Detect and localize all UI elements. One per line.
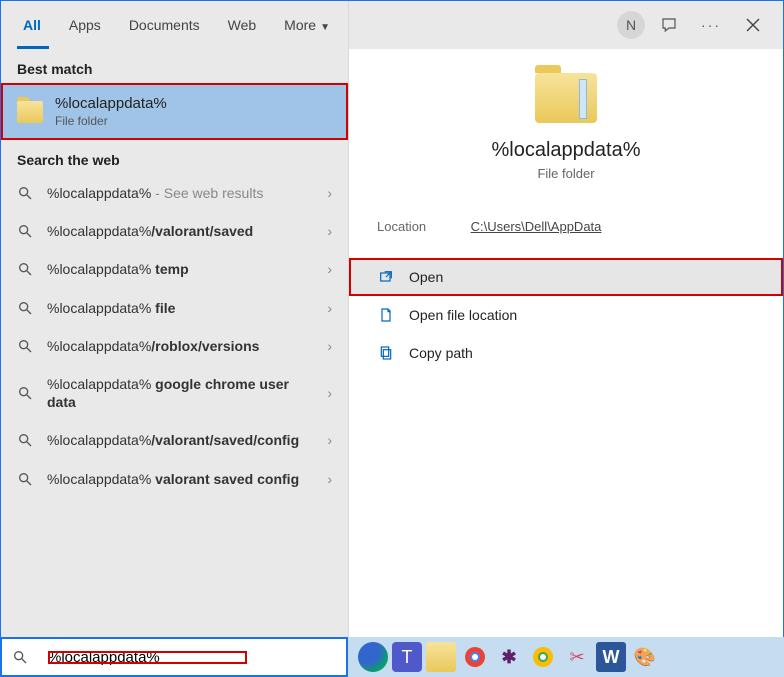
active-tab-indicator: [17, 46, 49, 49]
search-icon: [17, 223, 33, 239]
best-match-title: %localappdata%: [55, 95, 167, 112]
taskbar-paint-icon[interactable]: 🎨: [630, 642, 660, 672]
folder-large-icon: [535, 73, 597, 123]
feedback-icon[interactable]: [651, 7, 687, 43]
action-open-location[interactable]: Open file location: [349, 296, 783, 334]
taskbar-slack-icon[interactable]: ✱: [494, 642, 524, 672]
best-match-subtitle: File folder: [55, 114, 167, 128]
web-result-text: %localappdata% valorant saved config: [47, 470, 327, 488]
folder-icon: [17, 101, 43, 123]
tab-all[interactable]: All: [9, 3, 55, 47]
open-icon: [377, 268, 395, 286]
location-link[interactable]: C:\Users\Dell\AppData: [471, 219, 602, 234]
action-open-label: Open: [409, 269, 443, 285]
web-result-text: %localappdata% google chrome user data: [47, 375, 327, 411]
chevron-down-icon: ▼: [320, 22, 330, 33]
web-result-text: %localappdata% temp: [47, 260, 327, 278]
search-icon: [17, 385, 33, 401]
best-match-result[interactable]: %localappdata% File folder: [1, 83, 348, 140]
taskbar-chrome2-icon[interactable]: [528, 642, 558, 672]
preview-title: %localappdata%: [492, 139, 641, 162]
taskbar-explorer-icon[interactable]: [426, 642, 456, 672]
taskbar-word-icon[interactable]: W: [596, 642, 626, 672]
copy-icon: [377, 344, 395, 362]
search-icon: [17, 261, 33, 277]
tab-more[interactable]: More▼: [270, 3, 344, 47]
preview-panel: N ··· %localappdata% File folder Locatio…: [349, 1, 783, 637]
chevron-right-icon: ›: [327, 432, 332, 448]
search-icon: [17, 432, 33, 448]
action-copy-path-label: Copy path: [409, 345, 473, 361]
chevron-right-icon: ›: [327, 261, 332, 277]
web-result-row[interactable]: %localappdata%/valorant/saved/config›: [1, 421, 348, 459]
more-options-icon[interactable]: ···: [693, 7, 729, 43]
chevron-right-icon: ›: [327, 338, 332, 354]
taskbar: T ✱ ✂ W 🎨: [348, 637, 784, 677]
web-result-text: %localappdata% - See web results: [47, 184, 327, 202]
search-input[interactable]: [48, 649, 247, 666]
taskbar-edge-icon[interactable]: [358, 642, 388, 672]
web-result-row[interactable]: %localappdata% - See web results›: [1, 174, 348, 212]
taskbar-chrome-icon[interactable]: [460, 642, 490, 672]
web-result-text: %localappdata% file: [47, 299, 327, 317]
action-open[interactable]: Open: [349, 258, 783, 296]
taskbar-area: T ✱ ✂ W 🎨: [0, 637, 784, 677]
search-icon: [17, 185, 33, 201]
web-result-row[interactable]: %localappdata% temp›: [1, 250, 348, 288]
web-result-text: %localappdata%/valorant/saved/config: [47, 431, 327, 449]
chevron-right-icon: ›: [327, 300, 332, 316]
chevron-right-icon: ›: [327, 185, 332, 201]
action-copy-path[interactable]: Copy path: [349, 334, 783, 372]
chevron-right-icon: ›: [327, 223, 332, 239]
web-result-row[interactable]: %localappdata% file›: [1, 289, 348, 327]
web-results-list: %localappdata% - See web results›%locala…: [1, 174, 348, 637]
search-icon: [17, 471, 33, 487]
chevron-right-icon: ›: [327, 385, 332, 401]
web-result-row[interactable]: %localappdata%/valorant/saved›: [1, 212, 348, 250]
taskbar-snip-icon[interactable]: ✂: [562, 642, 592, 672]
window-header-actions: N ···: [349, 1, 783, 49]
best-match-heading: Best match: [1, 49, 348, 83]
taskbar-teams-icon[interactable]: T: [392, 642, 422, 672]
preview-subtitle: File folder: [537, 166, 594, 181]
search-icon: [17, 338, 33, 354]
web-result-row[interactable]: %localappdata% google chrome user data›: [1, 365, 348, 421]
tab-apps[interactable]: Apps: [55, 3, 115, 47]
web-result-text: %localappdata%/valorant/saved: [47, 222, 327, 240]
search-web-heading: Search the web: [1, 140, 348, 174]
web-result-row[interactable]: %localappdata% valorant saved config›: [1, 460, 348, 498]
open-location-icon: [377, 306, 395, 324]
chevron-right-icon: ›: [327, 471, 332, 487]
close-icon[interactable]: [735, 7, 771, 43]
location-label: Location: [377, 219, 467, 234]
location-row: Location C:\Users\Dell\AppData: [349, 199, 783, 254]
search-box[interactable]: [0, 637, 348, 677]
search-icon: [17, 300, 33, 316]
web-result-row[interactable]: %localappdata%/roblox/versions›: [1, 327, 348, 365]
tab-documents[interactable]: Documents: [115, 3, 214, 47]
web-result-text: %localappdata%/roblox/versions: [47, 337, 327, 355]
search-icon: [12, 649, 28, 665]
tab-web[interactable]: Web: [214, 3, 271, 47]
search-left-panel: All Apps Documents Web More▼ Best match …: [1, 1, 349, 637]
action-open-location-label: Open file location: [409, 307, 517, 323]
filter-tabs: All Apps Documents Web More▼: [1, 1, 348, 49]
user-avatar[interactable]: N: [617, 11, 645, 39]
